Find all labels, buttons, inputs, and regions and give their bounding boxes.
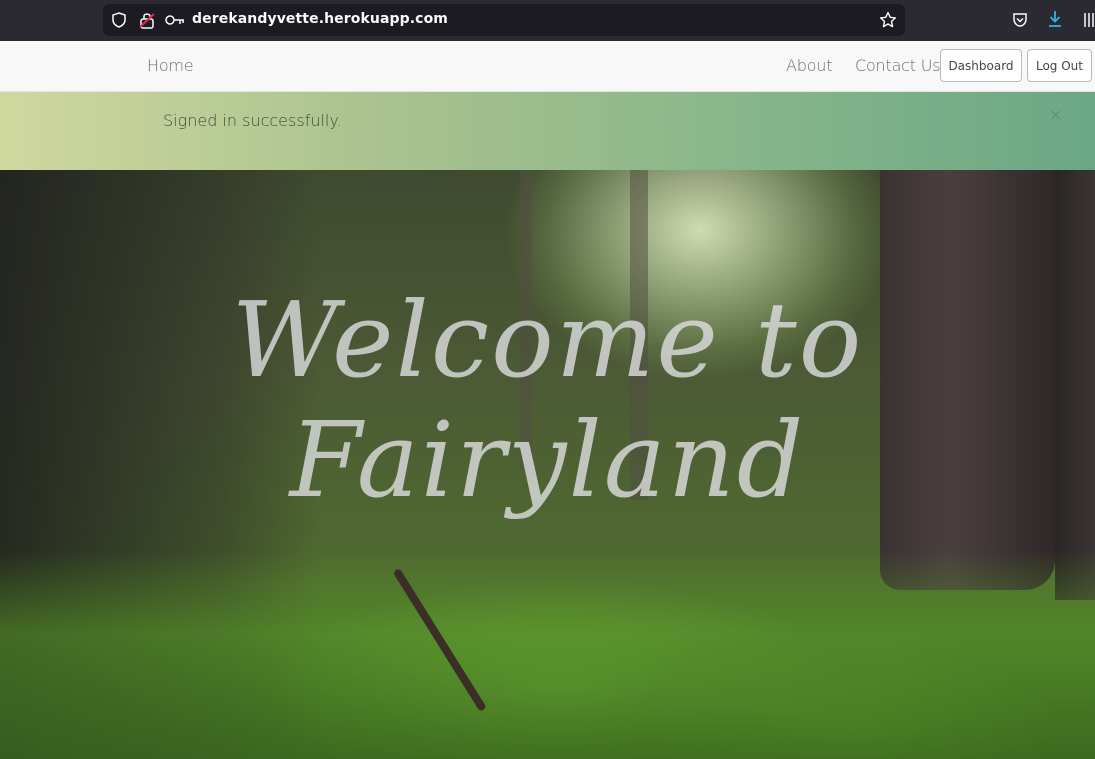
site-navbar: Home About Contact Us Dashboard Log Out [0, 41, 1095, 92]
lock-insecure-icon[interactable] [139, 11, 155, 29]
hero-section: Welcome to Fairyland [0, 170, 1095, 759]
shield-icon[interactable] [111, 12, 127, 28]
nav-about-link[interactable]: About [786, 56, 833, 75]
nav-contact-link[interactable]: Contact Us [855, 56, 941, 75]
logout-button[interactable]: Log Out [1027, 49, 1092, 82]
browser-toolbar: derekandyvette.herokuapp.com [0, 0, 1095, 41]
pocket-icon[interactable] [1012, 12, 1028, 28]
hero-title-line-2: Fairyland [289, 399, 806, 521]
key-icon[interactable] [165, 14, 185, 26]
nav-home-link[interactable]: Home [147, 56, 194, 75]
alert-close-icon[interactable]: × [1049, 105, 1062, 124]
hero-title: Welcome to Fairyland [0, 280, 1095, 520]
alert-message: Signed in successfully. [163, 111, 342, 130]
library-icon[interactable] [1083, 11, 1095, 28]
forest-floor [0, 550, 1095, 759]
bookmark-star-icon[interactable] [879, 11, 897, 29]
download-icon[interactable] [1047, 10, 1063, 28]
dashboard-button[interactable]: Dashboard [940, 49, 1022, 82]
url-text[interactable]: derekandyvette.herokuapp.com [192, 11, 448, 27]
flash-alert: Signed in successfully. × [0, 92, 1095, 170]
hero-title-line-1: Welcome to [231, 279, 864, 401]
address-bar[interactable]: derekandyvette.herokuapp.com [103, 4, 905, 36]
